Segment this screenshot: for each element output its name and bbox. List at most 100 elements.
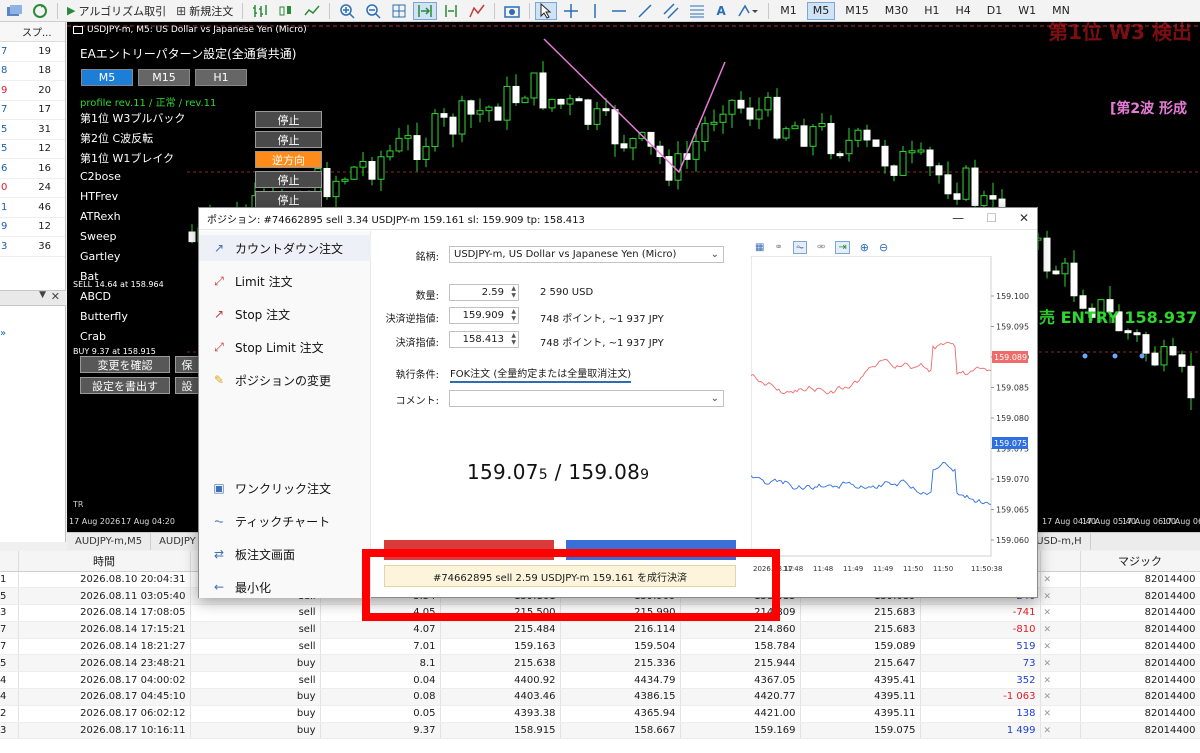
timeframe-m1-button[interactable]: M1 bbox=[774, 2, 803, 20]
stop-button[interactable]: 停止 bbox=[255, 191, 322, 208]
cell-close[interactable]: ✕ bbox=[1040, 638, 1081, 656]
export-settings-button[interactable]: 設定を書出す bbox=[80, 377, 170, 394]
close-row-icon[interactable]: ✕ bbox=[1041, 625, 1052, 635]
table-row[interactable]: 4 2026.08.17 04:45:10 buy 0.08 4403.46 4386.1… bbox=[0, 688, 1200, 706]
tile-windows-icon[interactable] bbox=[387, 2, 411, 20]
table-row[interactable]: 4 2026.08.17 04:00:02 sell 0.04 4400.92 4434.… bbox=[0, 671, 1200, 690]
ea-tf-m5-button[interactable]: M5 bbox=[81, 69, 133, 86]
pattern-item[interactable]: ABCD bbox=[80, 290, 111, 303]
ea-tf-m15-button[interactable]: M15 bbox=[138, 69, 190, 86]
close-row-icon[interactable]: ✕ bbox=[1041, 709, 1052, 719]
close-row-icon[interactable]: ✕ bbox=[1041, 726, 1052, 736]
cell-close[interactable]: ✕ bbox=[1040, 654, 1081, 673]
market-watch-row[interactable]: 8 18 bbox=[0, 62, 65, 81]
comment-input[interactable]: ⌄ bbox=[449, 390, 724, 407]
close-window-icon[interactable]: ✕ bbox=[1019, 211, 1029, 225]
timeframe-m30-button[interactable]: M30 bbox=[879, 2, 915, 20]
column-header[interactable] bbox=[1040, 551, 1081, 572]
cursor-icon[interactable] bbox=[535, 1, 558, 20]
menu-item-limit[interactable]: ⤢ Limit 注文 bbox=[199, 268, 371, 294]
timeframe-m5-button[interactable]: M5 bbox=[806, 1, 836, 20]
stop-button[interactable]: 停止 bbox=[255, 111, 322, 128]
market-watch-row[interactable]: 6 16 bbox=[0, 159, 65, 179]
menu-item-depth[interactable]: ⇄ 板注文画面 bbox=[199, 541, 371, 567]
pattern-item[interactable]: Gartley bbox=[80, 250, 120, 263]
autoscroll-icon[interactable] bbox=[413, 1, 438, 20]
link-icon[interactable]: ⚭ bbox=[774, 242, 782, 253]
cell-close[interactable]: ✕ bbox=[1040, 671, 1081, 690]
trendline-icon[interactable] bbox=[633, 2, 657, 20]
menu-item-tick-chart[interactable]: ⏦ ティックチャート bbox=[199, 508, 371, 534]
new-order-button[interactable]: ⊞ 新規注文 bbox=[172, 2, 237, 20]
timeframe-m15-button[interactable]: M15 bbox=[839, 2, 875, 20]
maximize-window-icon[interactable]: ☐ bbox=[986, 211, 997, 225]
chart-settings-icon[interactable]: ▦ bbox=[755, 242, 764, 253]
market-watch-row[interactable]: 9 20 bbox=[0, 81, 65, 101]
table-row[interactable]: 5 2026.08.14 23:48:21 buy 8.1 215.638 215.336… bbox=[0, 654, 1200, 673]
column-header[interactable]: マジック bbox=[1080, 551, 1200, 572]
cell-close[interactable]: ✕ bbox=[1040, 722, 1081, 740]
chart-tab[interactable]: AUDJPY-m,M5 bbox=[67, 533, 152, 550]
screenshot-icon[interactable] bbox=[500, 2, 524, 20]
market-watch-row[interactable]: 7 17 bbox=[0, 101, 65, 120]
vertical-line-icon[interactable] bbox=[585, 2, 605, 20]
stop-loss-stepper-icon[interactable]: ▲ ▼ bbox=[511, 308, 516, 322]
menu-item-stop-limit[interactable]: ⤢ Stop Limit 注文 bbox=[199, 334, 371, 360]
pattern-item[interactable]: 第2位 C波反転 bbox=[80, 130, 153, 146]
market-watch-row[interactable]: 1 46 bbox=[0, 198, 65, 218]
cell-close[interactable]: ✕ bbox=[1040, 621, 1081, 639]
close-row-icon[interactable]: ✕ bbox=[1041, 592, 1052, 602]
horizontal-line-icon[interactable] bbox=[607, 2, 631, 20]
market-watch-row[interactable]: 7 19 bbox=[0, 42, 65, 62]
chart-tab[interactable]: AUDJPY bbox=[151, 533, 205, 550]
stop-button[interactable]: 停止 bbox=[255, 131, 322, 148]
market-watch-row[interactable]: 5 12 bbox=[0, 140, 65, 159]
menu-item-stop[interactable]: ↗ Stop 注文 bbox=[199, 301, 371, 327]
column-header[interactable] bbox=[0, 551, 19, 572]
confirm-changes-button[interactable]: 変更を確認 bbox=[80, 356, 170, 373]
timeframe-h1-button[interactable]: H1 bbox=[918, 2, 945, 20]
table-row[interactable]: 7 2026.08.14 18:21:27 sell 7.01 159.163 159.5… bbox=[0, 638, 1200, 656]
channel-icon[interactable] bbox=[659, 2, 683, 20]
minimize-window-icon[interactable]: — bbox=[952, 211, 964, 225]
bar-chart-icon[interactable] bbox=[248, 2, 272, 20]
candlestick-icon[interactable] bbox=[274, 2, 298, 20]
pattern-item[interactable]: 第1位 W3ブルバック bbox=[80, 110, 185, 126]
pattern-item[interactable]: 第1位 W1ブレイク bbox=[80, 150, 174, 166]
pattern-item[interactable]: Butterfly bbox=[80, 310, 128, 323]
pattern-item[interactable]: C2bose bbox=[80, 170, 121, 183]
volume-stepper-icon[interactable]: ▲ ▼ bbox=[511, 285, 516, 299]
refresh-icon[interactable] bbox=[28, 2, 52, 20]
crosshair-icon[interactable] bbox=[559, 2, 583, 20]
close-row-icon[interactable]: ✕ bbox=[1041, 692, 1052, 702]
timeframe-h4-button[interactable]: H4 bbox=[949, 2, 976, 20]
stop-button[interactable]: 停止 bbox=[255, 171, 322, 188]
autoscroll-icon[interactable]: ⇥ bbox=[835, 240, 850, 254]
take-profit-input[interactable]: 158.413 ▲ ▼ bbox=[449, 331, 519, 348]
execution-select[interactable]: FOK注文 (全量約定または全量取消注文) bbox=[450, 365, 632, 383]
cell-close[interactable]: ✕ bbox=[1040, 705, 1081, 723]
settings-button[interactable]: 設 bbox=[175, 377, 199, 394]
market-watch-row[interactable]: 5 31 bbox=[0, 120, 65, 140]
cell-close[interactable]: ✕ bbox=[1040, 604, 1081, 622]
line-chart-icon[interactable] bbox=[300, 2, 324, 20]
volume-input[interactable]: 2.59 ▲ ▼ bbox=[449, 284, 519, 301]
timeframe-w1-button[interactable]: W1 bbox=[1012, 2, 1042, 20]
fibonacci-icon[interactable] bbox=[685, 2, 709, 20]
profiles-icon[interactable] bbox=[2, 2, 26, 20]
zoom-in-icon[interactable]: ⊕ bbox=[860, 241, 869, 254]
timeframe-mn-button[interactable]: MN bbox=[1046, 2, 1076, 20]
symbol-select[interactable]: USDJPY-m, US Dollar vs Japanese Yen (Mic… bbox=[449, 246, 724, 263]
cell-close[interactable]: ✕ bbox=[1040, 688, 1081, 706]
timeframe-d1-button[interactable]: D1 bbox=[981, 2, 1008, 20]
pattern-item[interactable]: Crab bbox=[80, 330, 106, 343]
close-row-icon[interactable]: ✕ bbox=[1041, 642, 1052, 652]
pattern-item[interactable]: ATRexh bbox=[80, 210, 121, 223]
zoom-out-icon[interactable]: ⊖ bbox=[879, 241, 888, 254]
pattern-item[interactable]: HTFrev bbox=[80, 190, 118, 203]
dropdown-icon[interactable]: ▼ bbox=[39, 290, 46, 300]
close-row-icon[interactable]: ✕ bbox=[1041, 608, 1052, 618]
menu-item-edit[interactable]: ✎ ポジションの変更 bbox=[199, 367, 371, 393]
line-mode-icon[interactable]: ⏦ bbox=[792, 240, 808, 254]
column-header[interactable]: 時間 bbox=[18, 551, 191, 572]
